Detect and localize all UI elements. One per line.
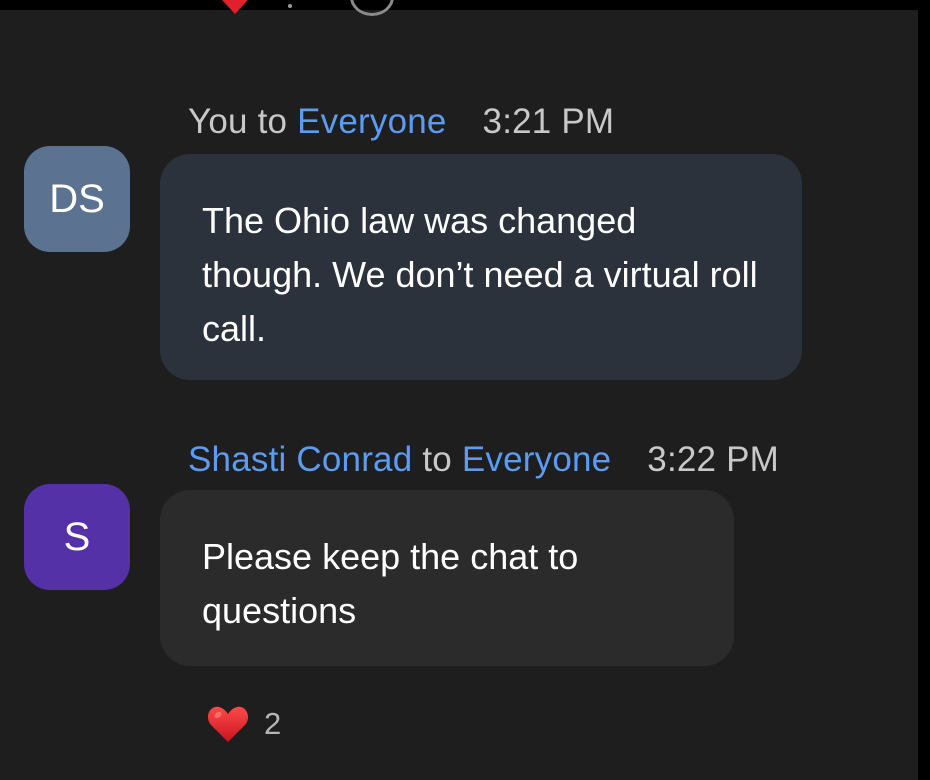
heart-icon <box>207 706 249 742</box>
reaction-chip[interactable]: 2 <box>206 700 281 748</box>
right-border <box>918 0 930 780</box>
chat-panel: You to Everyone 3:21 PM DS The Ohio law … <box>0 0 930 780</box>
avatar[interactable]: DS <box>24 146 130 252</box>
sender-name: You <box>188 102 248 141</box>
separator-dot <box>288 4 292 8</box>
add-reaction-icon[interactable] <box>350 0 394 16</box>
message-header: You to Everyone 3:21 PM <box>188 102 614 142</box>
sender-name[interactable]: Shasti Conrad <box>188 440 412 479</box>
message-time: 3:21 PM <box>482 102 615 141</box>
avatar-initials: DS <box>49 176 105 221</box>
heart-icon <box>222 0 248 14</box>
recipient-name[interactable]: Everyone <box>462 440 611 479</box>
reaction-count: 2 <box>264 706 282 741</box>
connector-text: to <box>257 102 288 141</box>
message-time: 3:22 PM <box>647 440 780 479</box>
top-border <box>0 0 930 10</box>
message-bubble[interactable]: The Ohio law was changed though. We don’… <box>160 154 802 380</box>
avatar[interactable]: S <box>24 484 130 590</box>
message-text: The Ohio law was changed though. We don’… <box>202 200 758 349</box>
avatar-initials: S <box>63 514 91 559</box>
previous-reaction-row <box>210 0 410 22</box>
message-header: Shasti Conrad to Everyone 3:22 PM <box>188 440 779 480</box>
message-bubble[interactable]: Please keep the chat to questions <box>160 490 734 666</box>
message-text: Please keep the chat to questions <box>202 536 579 631</box>
recipient-name[interactable]: Everyone <box>297 102 446 141</box>
connector-text: to <box>422 440 452 479</box>
